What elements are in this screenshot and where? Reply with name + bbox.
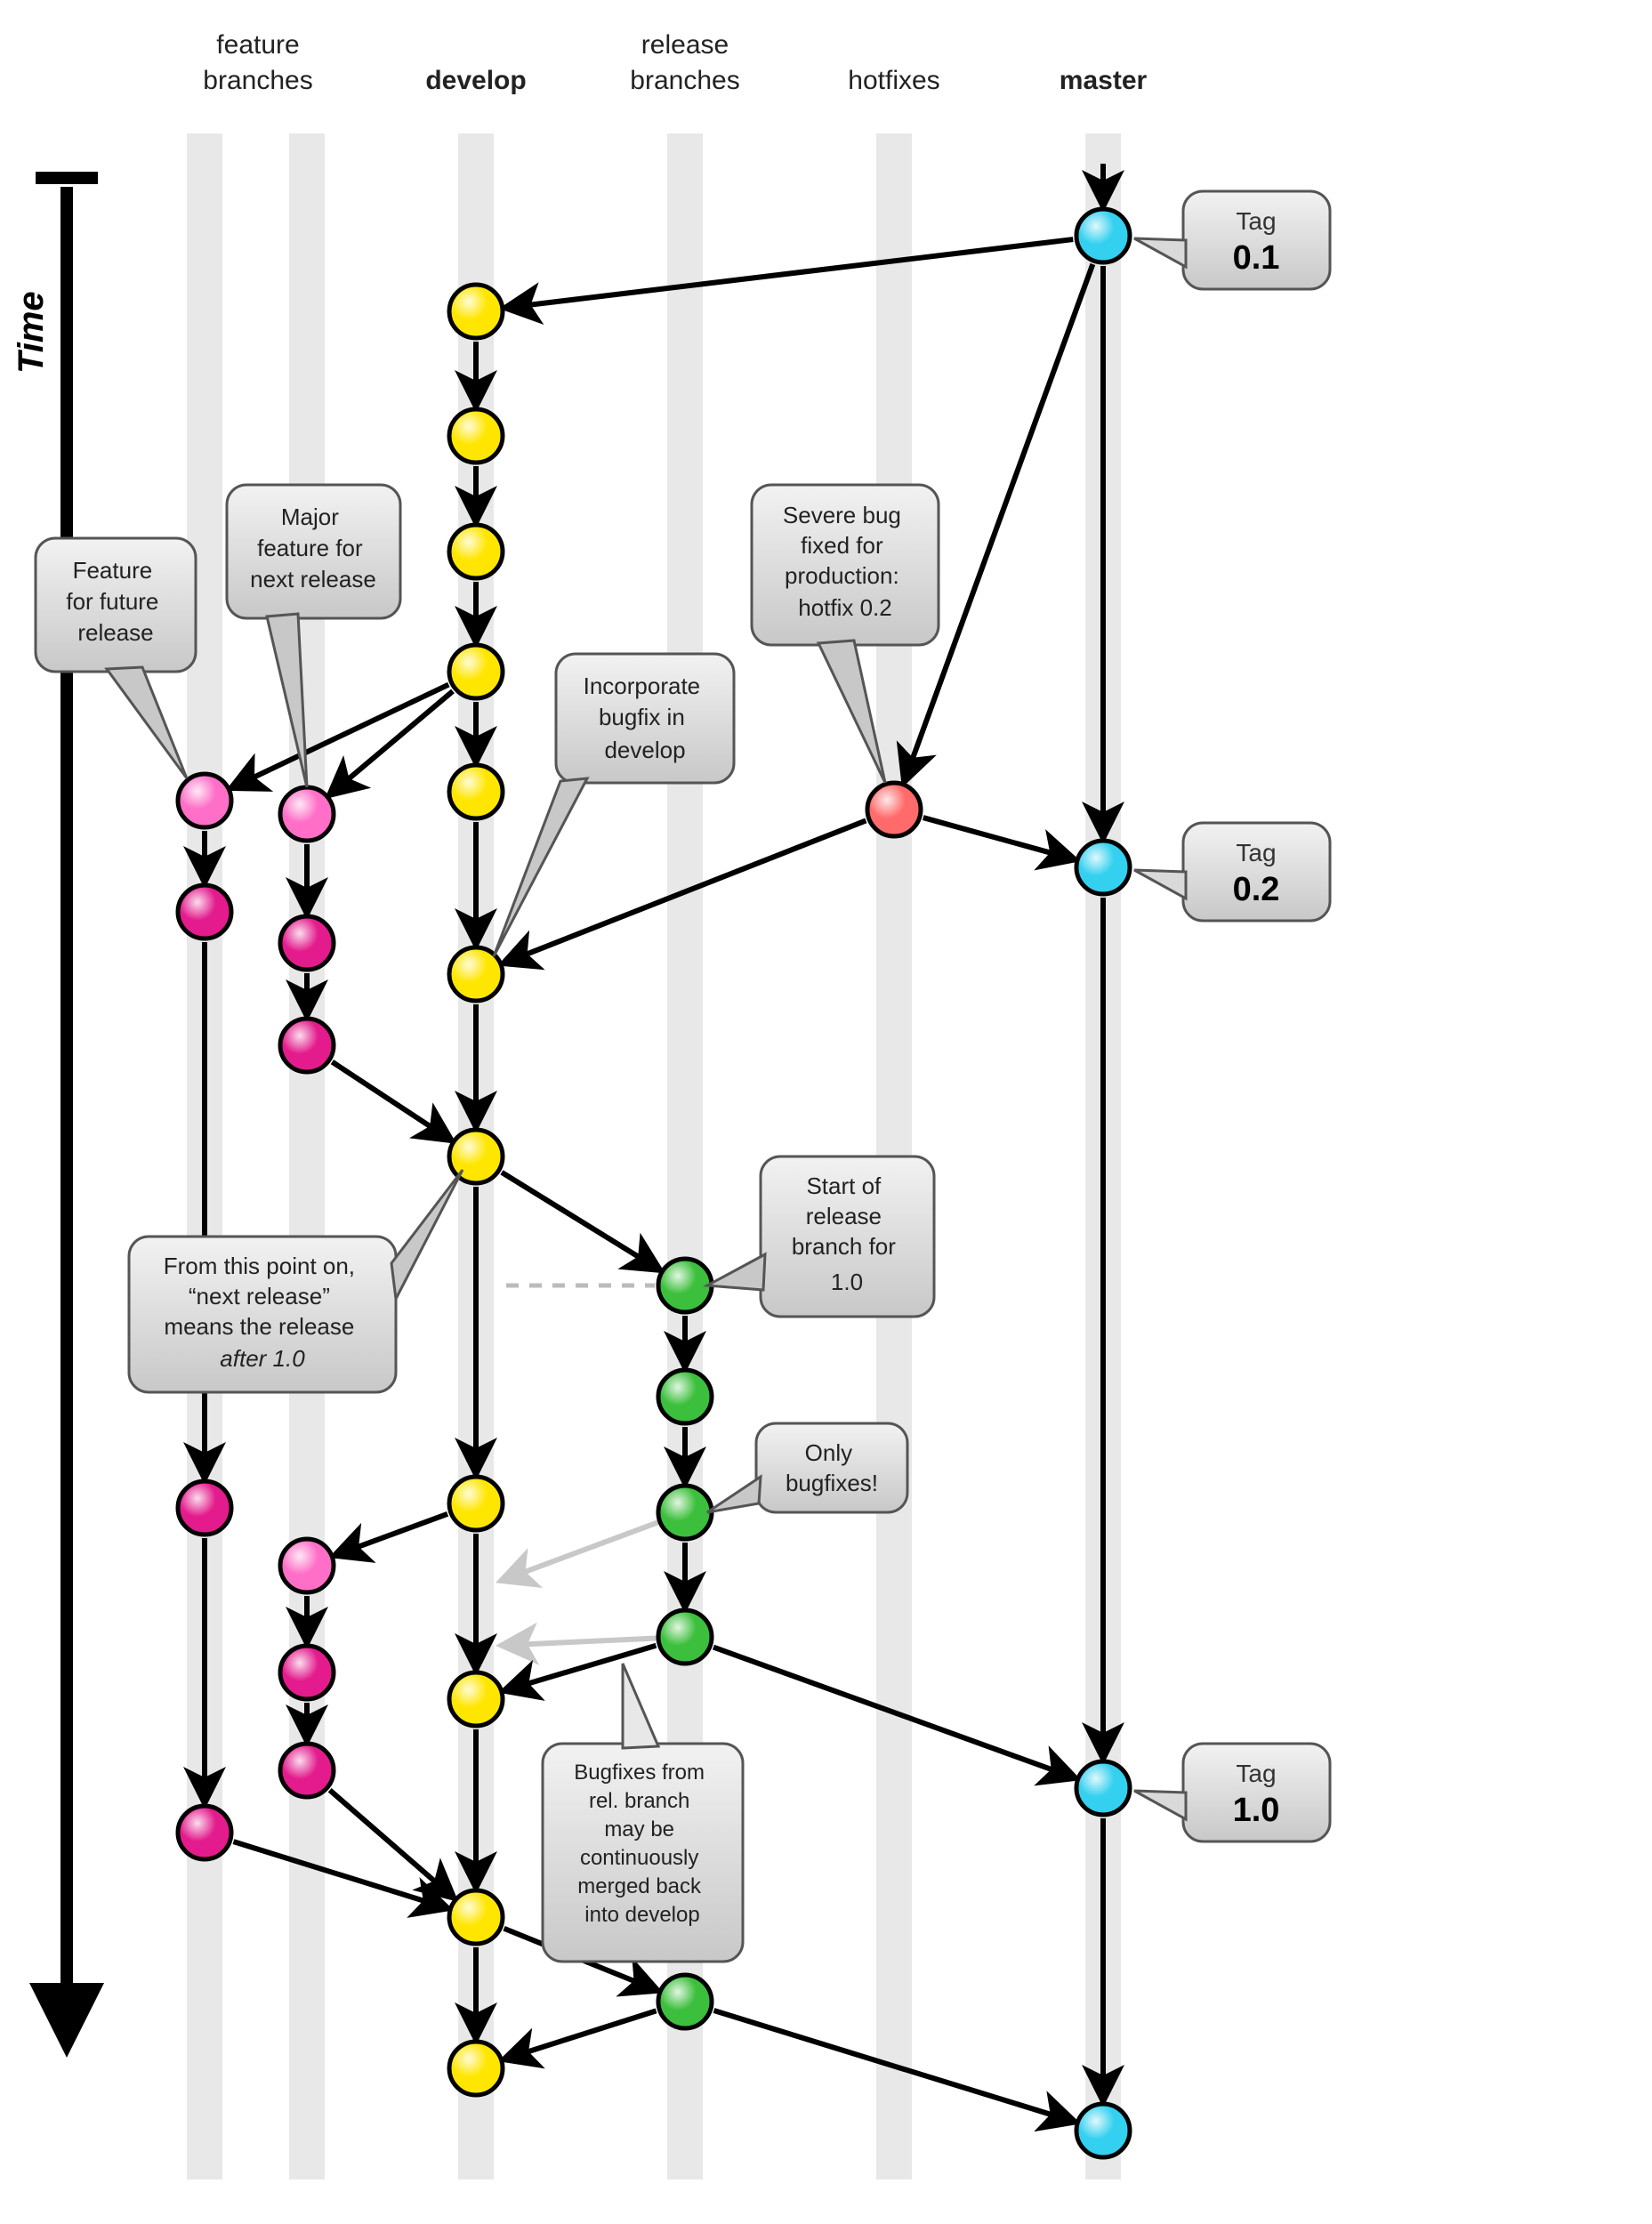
- bubble-only-bugfixes: Only bugfixes!: [707, 1423, 907, 1512]
- tag-1.0: Tag 1.0: [1134, 1744, 1330, 1841]
- edge: [502, 1515, 676, 1580]
- header-master: master: [1060, 66, 1148, 95]
- svg-text:0.1: 0.1: [1233, 239, 1280, 277]
- tag-0.1: Tag 0.1: [1134, 191, 1330, 289]
- edge: [330, 1790, 454, 1897]
- svg-text:0.2: 0.2: [1233, 871, 1280, 908]
- commit-develop-7: [449, 1477, 503, 1530]
- edge: [232, 685, 449, 788]
- edge: [505, 1646, 657, 1691]
- edge: [502, 1172, 659, 1269]
- commit-feature2-2: [280, 1019, 334, 1072]
- commit-feature1-3: [178, 1806, 231, 1859]
- commit-develop-3: [449, 645, 503, 698]
- commit-develop-9: [449, 1890, 503, 1944]
- commit-release-4: [658, 1975, 712, 2028]
- column-headers: feature branches develop release branche…: [203, 30, 1147, 95]
- edge: [332, 1062, 450, 1140]
- edge: [233, 1841, 447, 1908]
- edge: [923, 818, 1074, 859]
- time-axis: Time: [12, 178, 98, 2002]
- svg-text:Tag: Tag: [1236, 1760, 1276, 1787]
- gitflow-diagram: feature branches develop release branche…: [0, 0, 1652, 2224]
- commit-develop-0: [449, 285, 503, 338]
- bubble-bugfixes-merge: Bugfixes from rel. branch may be continu…: [543, 1664, 743, 1962]
- commit-release-3: [658, 1610, 712, 1664]
- commit-feature1-0: [178, 774, 231, 827]
- edge: [506, 239, 1073, 308]
- commit-develop-8: [449, 1672, 503, 1726]
- edge: [503, 1637, 676, 1645]
- commit-develop-4: [449, 765, 503, 818]
- commit-feature2-1: [280, 916, 334, 970]
- time-label: Time: [12, 291, 51, 374]
- header-feature-2: branches: [203, 66, 312, 95]
- edge: [504, 2010, 656, 2059]
- commit-feature2-0: [280, 787, 334, 841]
- tags: Tag 0.1 Tag 0.2 Tag 1.0: [1134, 191, 1330, 1841]
- commit-feature3-0: [280, 1539, 334, 1592]
- bubble-start-release: Start of release branch for 1.0: [707, 1156, 934, 1317]
- edges-faded: [502, 1515, 676, 1645]
- commit-develop-2: [449, 525, 503, 578]
- commit-develop-1: [449, 409, 503, 463]
- bubble-feature-future: Feature for future release: [36, 538, 196, 778]
- commit-master-3: [1076, 2104, 1130, 2157]
- header-feature-1: feature: [216, 30, 299, 60]
- commit-master-1: [1076, 841, 1130, 894]
- commit-master-2: [1076, 1761, 1130, 1815]
- svg-text:1.0: 1.0: [1233, 1792, 1280, 1829]
- edge: [335, 1514, 447, 1555]
- header-develop: develop: [425, 66, 526, 95]
- commit-release-2: [658, 1486, 712, 1539]
- commit-feature1-1: [178, 885, 231, 939]
- svg-text:Tag: Tag: [1236, 839, 1276, 866]
- commit-release-1: [658, 1370, 712, 1423]
- svg-text:Tag: Tag: [1236, 207, 1276, 235]
- svg-text:Feature for future: Feature for future release: [66, 557, 165, 646]
- commit-develop-10: [449, 2042, 503, 2095]
- commit-hotfix-0: [867, 783, 921, 836]
- commit-feature1-2: [178, 1481, 231, 1535]
- commit-master-0: [1076, 209, 1130, 262]
- edge: [330, 691, 453, 794]
- header-release-1: release: [641, 30, 729, 60]
- commit-feature3-1: [280, 1646, 334, 1699]
- tag-0.2: Tag 0.2: [1134, 823, 1330, 921]
- commit-feature3-2: [280, 1744, 334, 1797]
- header-hotfixes: hotfixes: [848, 66, 939, 95]
- header-release-2: branches: [630, 66, 739, 95]
- commit-release-0: [658, 1259, 712, 1312]
